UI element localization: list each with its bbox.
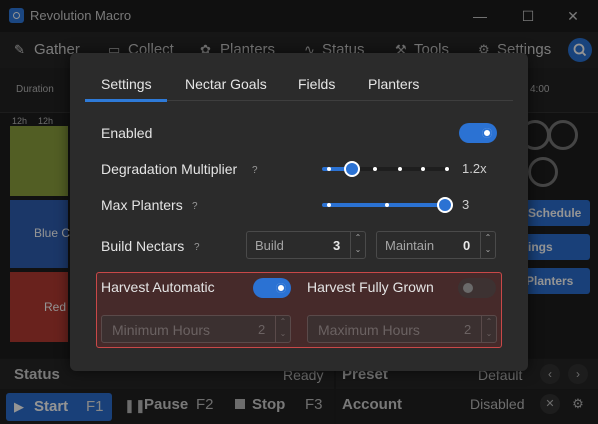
degradation-value: 1.2x: [462, 161, 487, 176]
harvest-fully-grown-label: Harvest Fully Grown: [307, 279, 434, 295]
slider-tick: [421, 167, 425, 171]
maintain-field-value: 0: [463, 238, 471, 253]
max-planters-slider-track[interactable]: [322, 203, 446, 207]
harvest-automatic-toggle[interactable]: [253, 278, 291, 298]
tab-planters[interactable]: Planters: [368, 76, 419, 92]
build-field-value: 3: [333, 238, 341, 253]
maximum-hours-label: Maximum Hours: [318, 322, 420, 338]
tab-settings[interactable]: Settings: [101, 76, 152, 92]
max-planters-value: 3: [462, 197, 470, 212]
maximum-hours-input[interactable]: Maximum Hours 2 ⌃ ⌄: [307, 315, 497, 343]
degradation-label: Degradation Multiplier: [101, 161, 238, 177]
slider-tick: [373, 167, 377, 171]
minimum-hours-label: Minimum Hours: [112, 322, 211, 338]
enabled-toggle[interactable]: [459, 123, 497, 143]
maintain-field-label: Maintain: [385, 238, 435, 253]
toggle-knob: [276, 283, 286, 293]
max-planters-slider-thumb[interactable]: [437, 197, 453, 213]
minimum-hours-value: 2: [258, 322, 266, 337]
build-input[interactable]: Build 3 ⌃ ⌄: [246, 231, 366, 259]
active-tab-indicator: [85, 99, 167, 102]
degradation-slider-thumb[interactable]: [344, 161, 360, 177]
tab-fields[interactable]: Fields: [298, 76, 335, 92]
help-icon[interactable]: ?: [194, 242, 200, 253]
toggle-knob: [482, 128, 492, 138]
slider-tick: [385, 203, 389, 207]
help-icon[interactable]: ?: [252, 165, 258, 176]
max-planters-label: Max Planters: [101, 197, 183, 213]
harvest-automatic-label: Harvest Automatic: [101, 279, 215, 295]
minimum-hours-stepper[interactable]: ⌃ ⌄: [275, 316, 290, 342]
build-stepper[interactable]: ⌃ ⌄: [350, 232, 365, 258]
slider-tick: [327, 167, 331, 171]
build-nectars-label: Build Nectars: [101, 238, 185, 254]
harvest-fully-grown-toggle[interactable]: [458, 278, 496, 298]
minimum-hours-input[interactable]: Minimum Hours 2 ⌃ ⌄: [101, 315, 291, 343]
toggle-knob: [463, 283, 473, 293]
maintain-stepper[interactable]: ⌃ ⌄: [480, 232, 495, 258]
slider-tick: [445, 167, 449, 171]
slider-tick: [327, 203, 331, 207]
slider-tick: [398, 167, 402, 171]
maximum-hours-value: 2: [464, 322, 472, 337]
tab-nectar-goals[interactable]: Nectar Goals: [185, 76, 267, 92]
maintain-input[interactable]: Maintain 0 ⌃ ⌄: [376, 231, 496, 259]
help-icon[interactable]: ?: [192, 201, 198, 212]
build-field-label: Build: [255, 238, 284, 253]
maximum-hours-stepper[interactable]: ⌃ ⌄: [481, 316, 496, 342]
enabled-label: Enabled: [101, 125, 153, 141]
